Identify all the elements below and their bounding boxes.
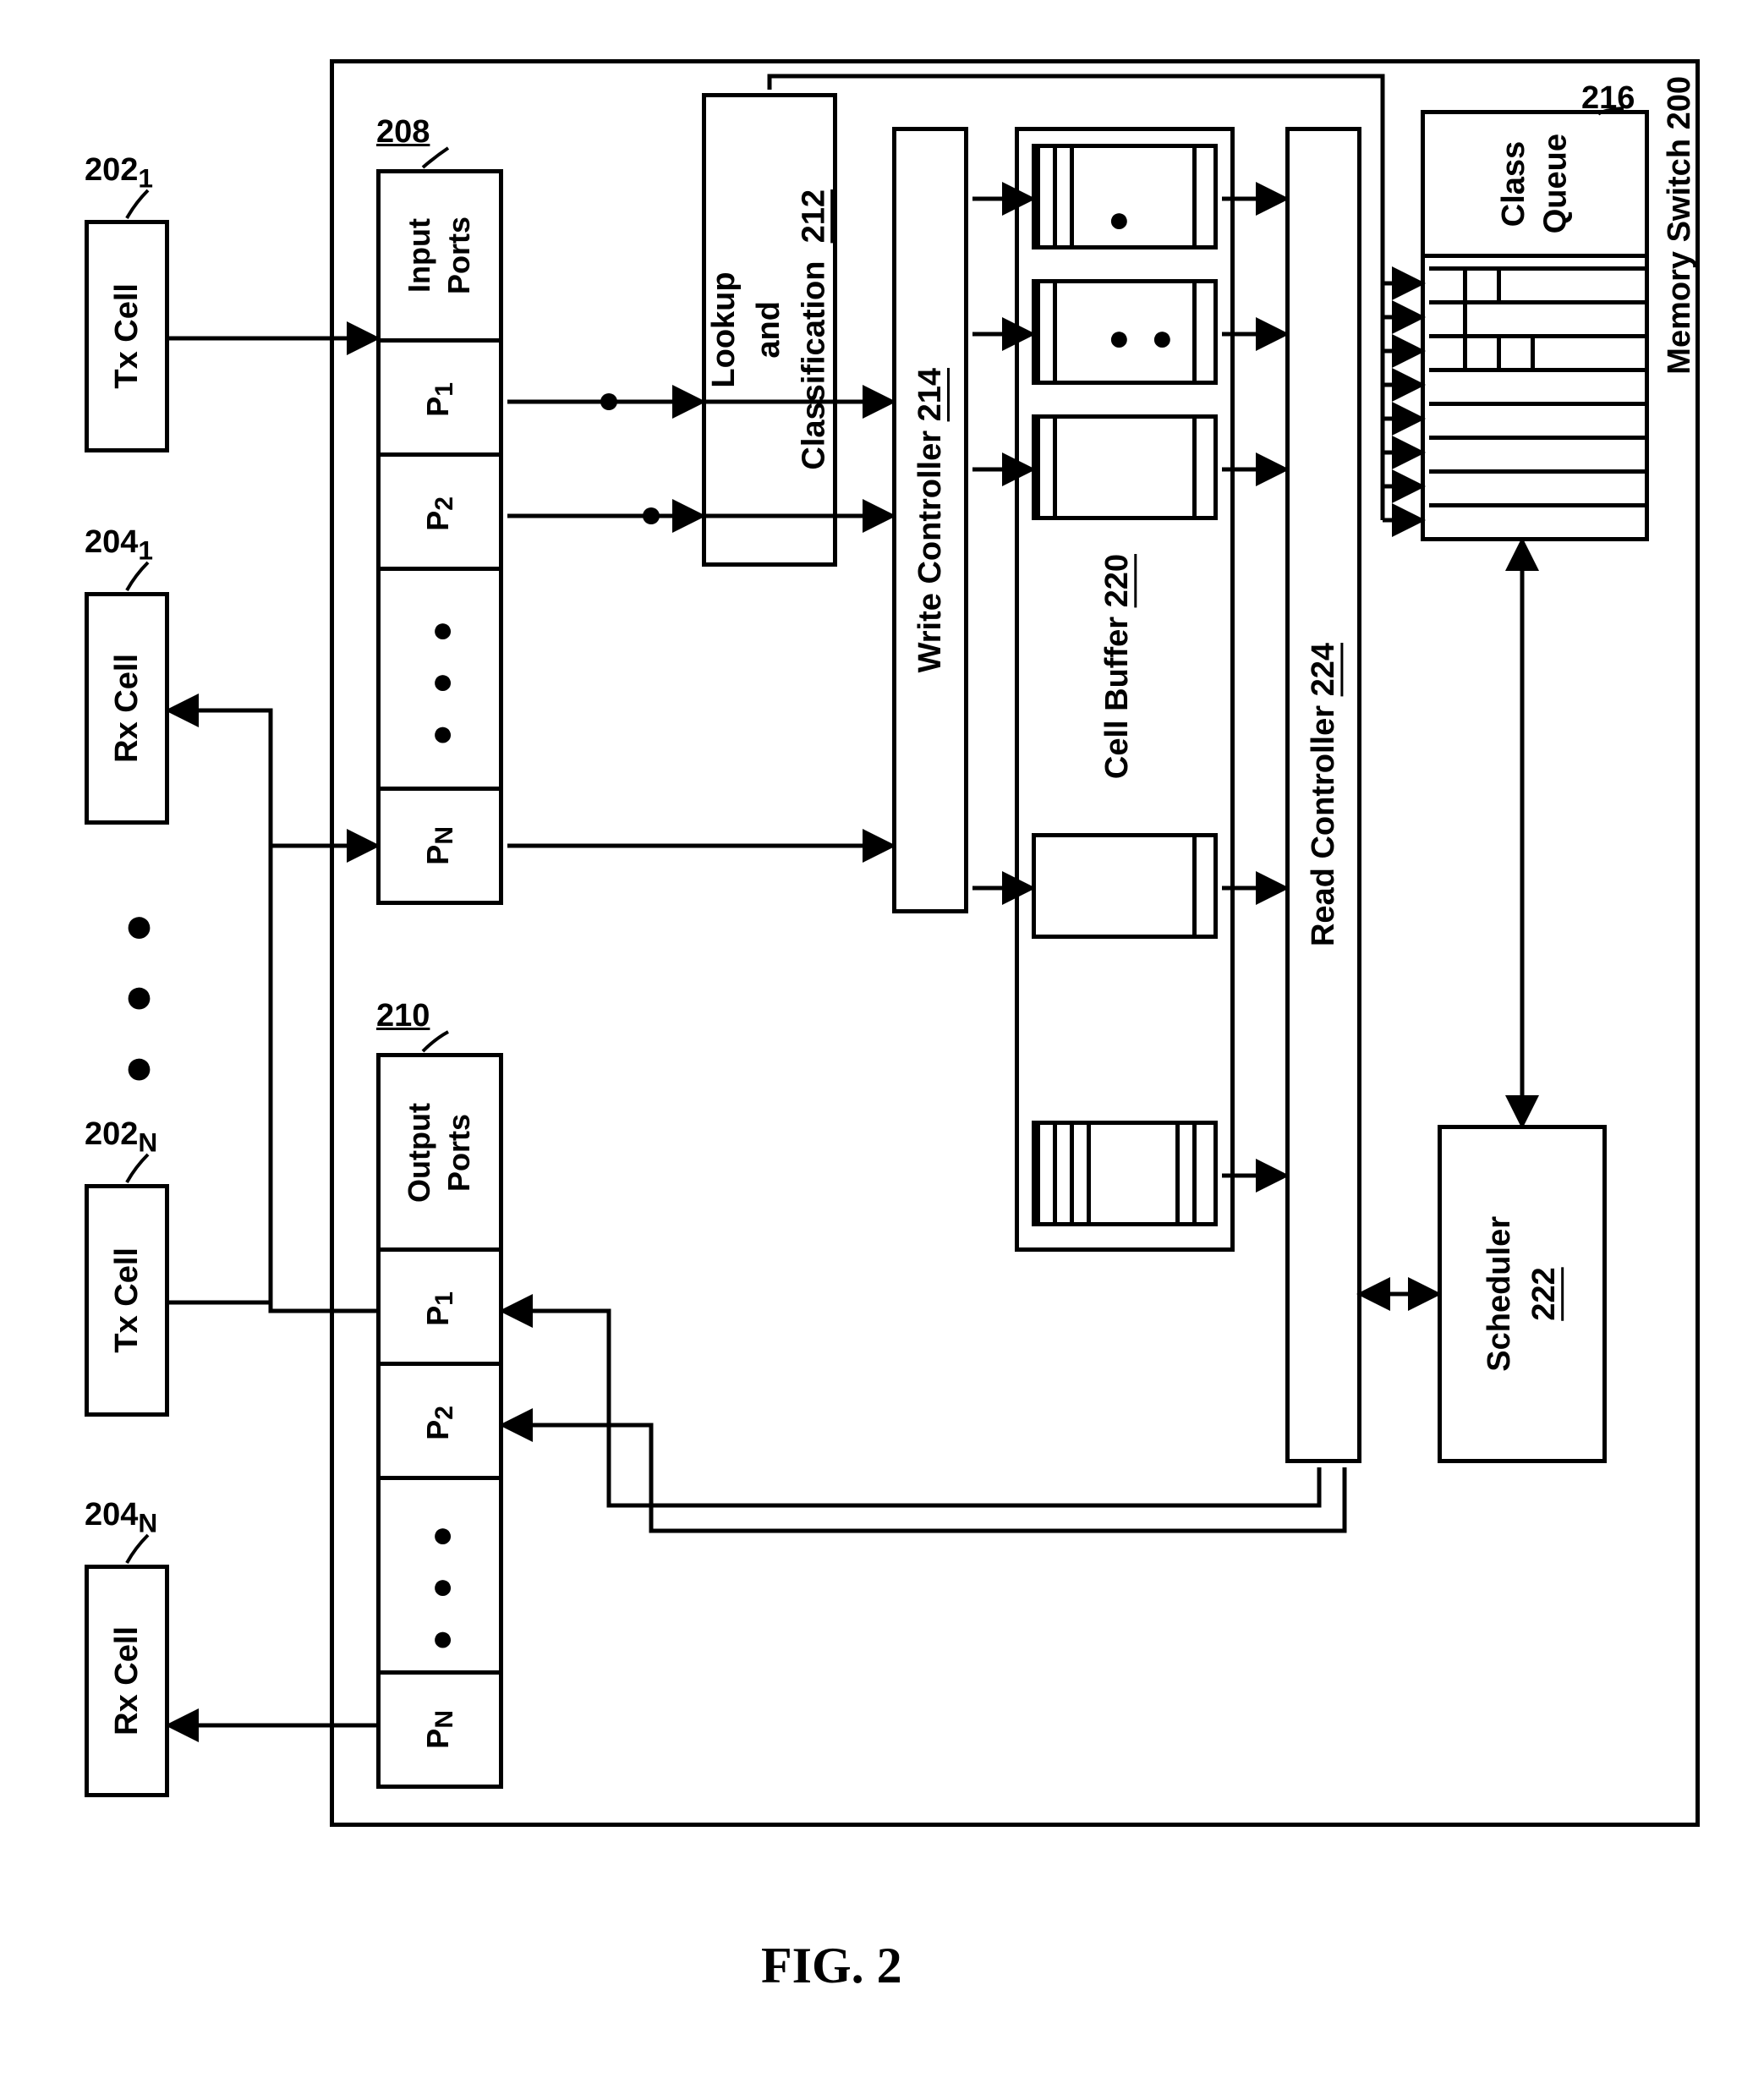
output-dots: ● ● ● xyxy=(421,1514,463,1659)
cb-dots-1: ● xyxy=(1108,199,1131,241)
output-pn: PN xyxy=(381,1670,499,1785)
scheduler-text: Scheduler222 xyxy=(1477,1216,1567,1372)
input-ports-ref: 208 xyxy=(376,114,430,151)
cb-col-4 xyxy=(1032,833,1218,939)
cell-buffer-label: Cell Buffer 220 xyxy=(1099,554,1136,779)
input-pn: PN xyxy=(381,787,499,901)
output-ports-ref: 210 xyxy=(376,998,430,1034)
figure-caption: FIG. 2 xyxy=(761,1937,902,1995)
tx-cell-n-block: Tx Cell xyxy=(85,1184,169,1417)
write-controller-text: Write Controller 214 xyxy=(912,368,949,672)
class-queue-header: ClassQueue xyxy=(1425,114,1645,258)
rx-cell-1-block: Rx Cell xyxy=(85,592,169,825)
tx-cell-n-ref: 202N xyxy=(85,1116,157,1159)
input-ports-header: InputPorts xyxy=(381,173,499,343)
input-p1: P1 xyxy=(381,347,499,457)
input-ports-text: InputPorts xyxy=(400,217,479,294)
tx-cell-1-text: Tx Cell xyxy=(109,283,145,389)
lookup-block: LookupandClassification 212 xyxy=(702,93,837,567)
tx-cell-1-block: Tx Cell xyxy=(85,220,169,452)
scheduler-block: Scheduler222 xyxy=(1438,1125,1607,1463)
output-ports-header: OutputPorts xyxy=(381,1057,499,1252)
cb-dots-2: ● ● xyxy=(1108,317,1174,359)
dots-cells: ● ● ● xyxy=(110,896,168,1094)
output-ports-text: OutputPorts xyxy=(400,1103,479,1203)
memory-switch-label: Memory Switch 200 xyxy=(1662,76,1698,375)
output-p2: P2 xyxy=(381,1370,499,1480)
cb-col-5 xyxy=(1032,1121,1218,1226)
class-queue-text: ClassQueue xyxy=(1493,134,1577,233)
cb-col-3 xyxy=(1032,414,1218,520)
read-controller-block: Read Controller 224 xyxy=(1285,127,1361,1463)
write-controller-block: Write Controller 214 xyxy=(892,127,968,913)
tx-cell-1-ref: 2021 xyxy=(85,152,153,195)
class-queue-ref: 216 xyxy=(1581,80,1635,117)
rx-cell-n-ref: 204N xyxy=(85,1497,157,1539)
input-p2: P2 xyxy=(381,461,499,571)
lookup-text: LookupandClassification 212 xyxy=(702,189,837,470)
rx-cell-1-ref: 2041 xyxy=(85,524,153,567)
tx-cell-n-text: Tx Cell xyxy=(109,1247,145,1353)
read-controller-text: Read Controller 224 xyxy=(1306,643,1342,946)
rx-cell-n-text: Rx Cell xyxy=(109,1626,145,1735)
rx-cell-1-text: Rx Cell xyxy=(109,654,145,763)
output-p1: P1 xyxy=(381,1256,499,1366)
input-dots: ● ● ● xyxy=(421,609,463,754)
rx-cell-n-block: Rx Cell xyxy=(85,1565,169,1797)
